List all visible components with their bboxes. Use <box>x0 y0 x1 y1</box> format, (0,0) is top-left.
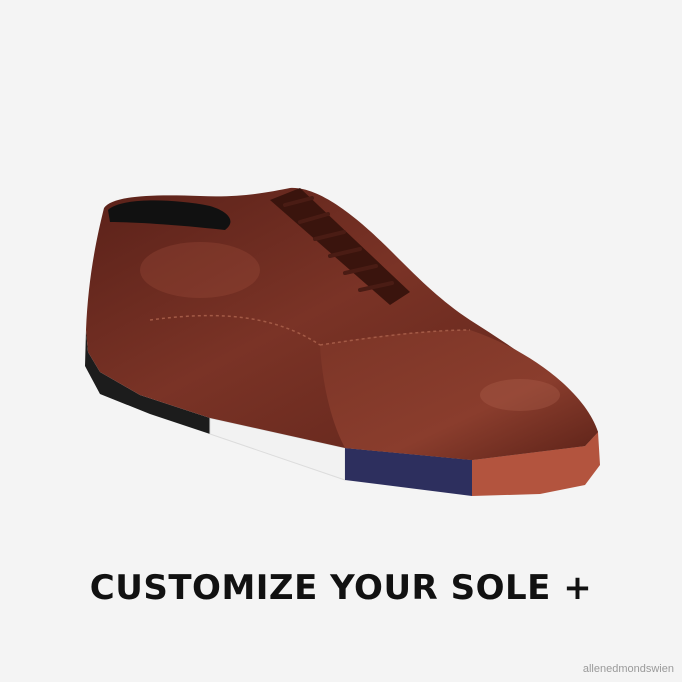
watermark-text: allenedmondswien <box>582 663 674 675</box>
customize-sole-link[interactable]: CUSTOMIZE YOUR SOLE + <box>0 568 682 608</box>
product-stage: CUSTOMIZE YOUR SOLE + allenedmondswien <box>0 0 682 682</box>
